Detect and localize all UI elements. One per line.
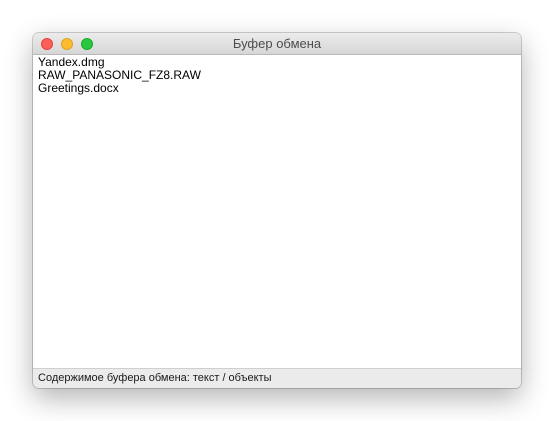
status-bar: Содержимое буфера обмена: текст / объект… <box>33 368 521 388</box>
list-item[interactable]: Greetings.docx <box>38 82 521 95</box>
clipboard-content-area[interactable]: Yandex.dmg RAW_PANASONIC_FZ8.RAW Greetin… <box>33 55 521 368</box>
status-text: Содержимое буфера обмена: текст / объект… <box>38 372 272 384</box>
clipboard-file-list: Yandex.dmg RAW_PANASONIC_FZ8.RAW Greetin… <box>33 55 521 95</box>
title-bar[interactable]: Буфер обмена <box>33 33 521 55</box>
window-title: Буфер обмена <box>232 36 322 51</box>
clipboard-window: Буфер обмена Yandex.dmg RAW_PANASONIC_FZ… <box>33 33 521 388</box>
